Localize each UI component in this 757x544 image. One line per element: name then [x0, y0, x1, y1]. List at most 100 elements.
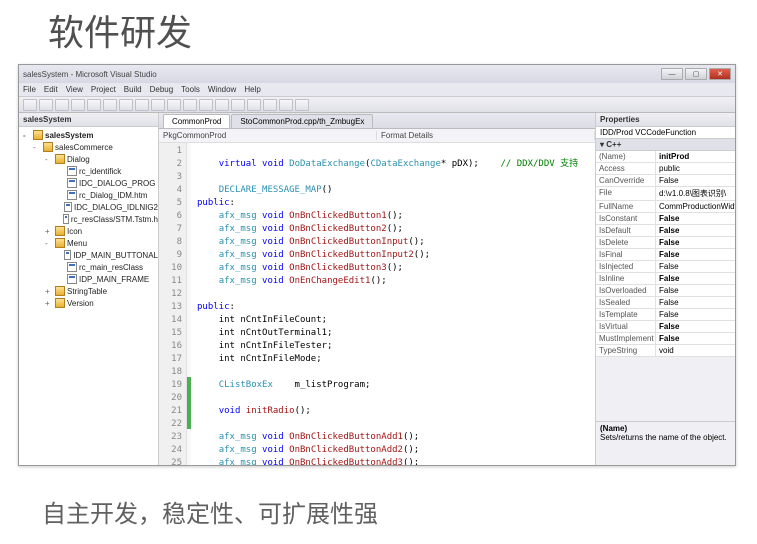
code-line[interactable]: afx_msg void OnBnClickedButton2(); [197, 223, 595, 236]
menu-item[interactable]: File [23, 85, 36, 94]
property-value[interactable]: False [656, 237, 735, 248]
code-line[interactable] [197, 171, 595, 184]
toolbar-button[interactable] [199, 99, 213, 111]
code-line[interactable]: afx_msg void OnBnClickedButtonAdd3(); [197, 457, 595, 465]
property-value[interactable]: False [656, 285, 735, 296]
collapse-icon[interactable]: - [45, 155, 53, 164]
tree-item[interactable]: IDC_DIALOG_IDLNIG2 [19, 201, 158, 213]
toolbar-button[interactable] [167, 99, 181, 111]
code-line[interactable]: afx_msg void OnBnClickedButton3(); [197, 262, 595, 275]
tree-item[interactable]: rc_identifick [19, 165, 158, 177]
code-area[interactable]: virtual void DoDataExchange(CDataExchang… [191, 143, 595, 465]
property-row[interactable]: IsConstantFalse [596, 213, 735, 225]
code-line[interactable]: int nCntInFileTester; [197, 340, 595, 353]
toolbar-button[interactable] [295, 99, 309, 111]
toolbar-button[interactable] [263, 99, 277, 111]
property-row[interactable]: MustImplementFalse [596, 333, 735, 345]
toolbar-button[interactable] [279, 99, 293, 111]
property-value[interactable]: CommProductionWidth [656, 201, 735, 212]
toolbar-button[interactable] [119, 99, 133, 111]
tree-item[interactable]: -Dialog [19, 153, 158, 165]
code-line[interactable]: CListBoxEx m_listProgram; [197, 379, 595, 392]
property-row[interactable]: CanOverrideFalse [596, 175, 735, 187]
code-editor[interactable]: 1234567891011121314151617181920212223242… [159, 143, 595, 465]
tree-item[interactable]: rc_Dialog_IDM.htm [19, 189, 158, 201]
toolbar-button[interactable] [103, 99, 117, 111]
toolbar-button[interactable] [23, 99, 37, 111]
property-row[interactable]: IsFinalFalse [596, 249, 735, 261]
tree-item[interactable]: rc_resClass/STM.Tstm.h [19, 213, 158, 225]
property-row[interactable]: IsDeleteFalse [596, 237, 735, 249]
code-line[interactable]: afx_msg void OnBnClickedButtonInput(); [197, 236, 595, 249]
toolbar-button[interactable] [55, 99, 69, 111]
expand-icon[interactable]: + [45, 287, 53, 296]
menu-item[interactable]: Project [91, 85, 116, 94]
property-value[interactable]: False [656, 273, 735, 284]
code-line[interactable]: afx_msg void OnBnClickedButtonAdd2(); [197, 444, 595, 457]
property-row[interactable]: IsInjectedFalse [596, 261, 735, 273]
property-row[interactable]: IsDefaultFalse [596, 225, 735, 237]
property-value[interactable]: False [656, 261, 735, 272]
code-line[interactable]: afx_msg void OnBnClickedButtonInput2(); [197, 249, 595, 262]
property-value[interactable]: False [656, 297, 735, 308]
tree-item[interactable]: -Menu [19, 237, 158, 249]
property-row[interactable]: IsSealedFalse [596, 297, 735, 309]
toolbar-button[interactable] [151, 99, 165, 111]
code-line[interactable]: afx_msg void OnBnClickedButton1(); [197, 210, 595, 223]
code-line[interactable]: afx_msg void OnBnClickedButtonAdd1(); [197, 431, 595, 444]
code-line[interactable]: int nCntInFileMode; [197, 353, 595, 366]
property-row[interactable]: FullNameCommProductionWidth [596, 201, 735, 213]
property-value[interactable]: void [656, 345, 735, 356]
menu-item[interactable]: Help [244, 85, 260, 94]
property-row[interactable]: Filed:\v1.0.8\图表识别\ [596, 187, 735, 201]
tree-item[interactable]: IDP_MAIN_FRAME [19, 273, 158, 285]
property-row[interactable]: IsVirtualFalse [596, 321, 735, 333]
code-line[interactable]: public: [197, 301, 595, 314]
toolbar-button[interactable] [215, 99, 229, 111]
tree-item[interactable]: rc_main_resClass [19, 261, 158, 273]
code-line[interactable]: int nCntOutTerminal1; [197, 327, 595, 340]
menu-item[interactable]: Build [124, 85, 142, 94]
code-line[interactable] [197, 366, 595, 379]
code-line[interactable]: afx_msg void OnEnChangeEdit1(); [197, 275, 595, 288]
property-value[interactable]: d:\v1.0.8\图表识别\ [656, 187, 735, 200]
property-value[interactable]: False [656, 225, 735, 236]
expand-icon[interactable]: + [45, 299, 53, 308]
code-line[interactable]: int nCntInFileCount; [197, 314, 595, 327]
expand-icon[interactable]: + [45, 227, 53, 236]
tab-second[interactable]: StoCommonProd.cpp/th_ZmbugEx [231, 114, 373, 128]
collapse-icon[interactable]: - [23, 131, 31, 140]
tree-root[interactable]: - salesSystem [19, 129, 158, 141]
property-value[interactable]: False [656, 213, 735, 224]
tree-item[interactable]: IDC_DIALOG_PROG [19, 177, 158, 189]
tree-item[interactable]: -salesCommerce [19, 141, 158, 153]
menu-item[interactable]: Tools [181, 85, 200, 94]
property-row[interactable]: IsOverloadedFalse [596, 285, 735, 297]
property-value[interactable]: initProd [656, 151, 735, 162]
property-value[interactable]: False [656, 321, 735, 332]
tree-item[interactable]: +Icon [19, 225, 158, 237]
property-value[interactable]: False [656, 309, 735, 320]
property-value[interactable]: public [656, 163, 735, 174]
code-line[interactable] [197, 288, 595, 301]
code-line[interactable] [197, 145, 595, 158]
property-row[interactable]: IsTemplateFalse [596, 309, 735, 321]
scope-dropdown[interactable]: PkgCommonProd [159, 131, 377, 140]
menu-item[interactable]: Window [208, 85, 236, 94]
property-category[interactable]: ▾ C++ [596, 139, 735, 151]
code-line[interactable]: virtual void DoDataExchange(CDataExchang… [197, 158, 595, 171]
member-dropdown[interactable]: Format Details [377, 131, 595, 140]
property-row[interactable]: Accesspublic [596, 163, 735, 175]
tree-item[interactable]: IDP_MAIN_BUTTONAL [19, 249, 158, 261]
menu-item[interactable]: View [66, 85, 83, 94]
code-line[interactable]: DECLARE_MESSAGE_MAP() [197, 184, 595, 197]
property-row[interactable]: IsInlineFalse [596, 273, 735, 285]
code-line[interactable] [197, 392, 595, 405]
tree-item[interactable]: +StringTable [19, 285, 158, 297]
tab-active[interactable]: CommonProd [163, 114, 230, 128]
code-line[interactable] [197, 418, 595, 431]
toolbar-button[interactable] [183, 99, 197, 111]
toolbar-button[interactable] [39, 99, 53, 111]
toolbar-button[interactable] [231, 99, 245, 111]
tree-item[interactable]: +Version [19, 297, 158, 309]
